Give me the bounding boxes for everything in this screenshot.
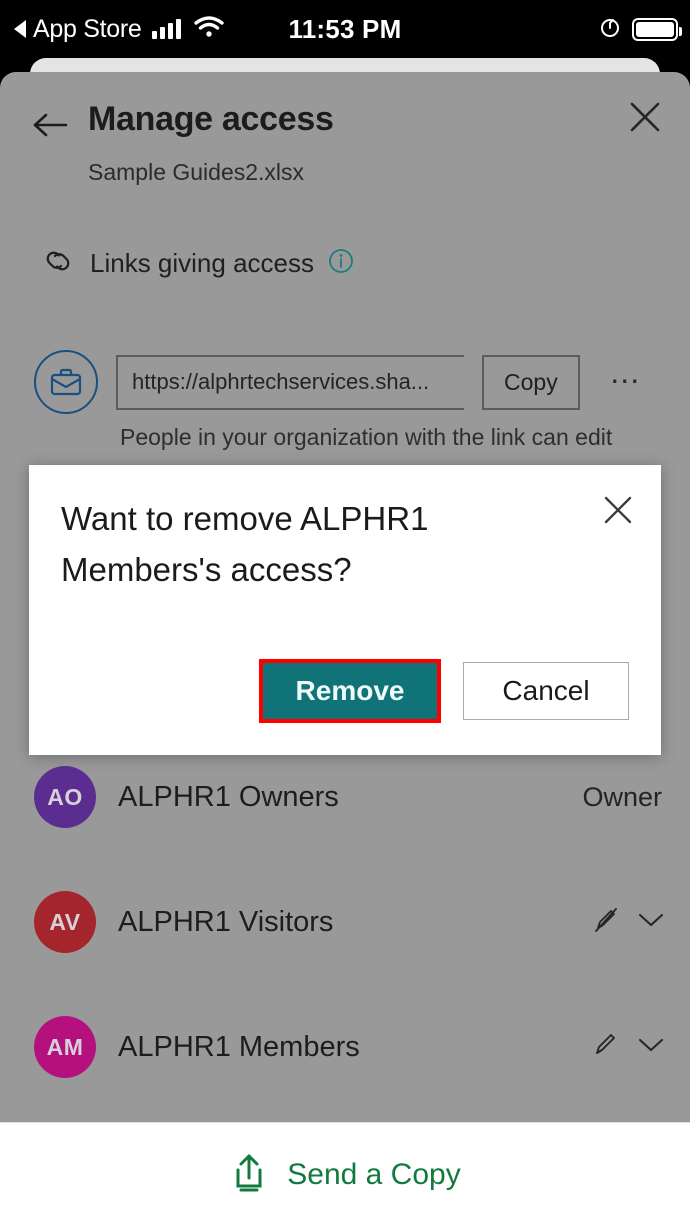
phone-screen: App Store 11:53 PM Manage access Sample … bbox=[0, 0, 690, 1227]
close-icon[interactable] bbox=[602, 494, 634, 526]
person-name: ALPHR1 Owners bbox=[118, 780, 339, 813]
person-actions bbox=[590, 905, 666, 940]
person-role: Owner bbox=[582, 781, 662, 812]
dialog-title: Want to remove ALPHR1 Members's access? bbox=[61, 500, 429, 589]
pencil-icon[interactable] bbox=[590, 1030, 620, 1065]
status-bar-right bbox=[598, 15, 682, 44]
info-circle-icon[interactable] bbox=[328, 248, 354, 279]
links-giving-access-header: Links giving access bbox=[42, 247, 354, 280]
page-title: Manage access bbox=[88, 100, 334, 138]
shared-link-row: https://alphrtechservices.sha... Copy ⋯ bbox=[34, 350, 670, 414]
battery-full-icon bbox=[632, 17, 682, 41]
status-bar-clock: 11:53 PM bbox=[288, 13, 402, 44]
link-chain-icon bbox=[42, 247, 76, 280]
remove-access-dialog: Want to remove ALPHR1 Members's access? … bbox=[29, 465, 661, 755]
close-icon[interactable] bbox=[628, 100, 662, 134]
link-permission-description: People in your organization with the lin… bbox=[120, 424, 613, 450]
back-arrow-icon[interactable] bbox=[30, 110, 70, 140]
person-row-visitors[interactable]: AV ALPHR1 Visitors bbox=[34, 887, 666, 957]
share-link-value[interactable]: https://alphrtechservices.sha... bbox=[116, 354, 464, 410]
links-giving-access-label: Links giving access bbox=[90, 248, 314, 278]
remove-button-highlight: Remove bbox=[259, 659, 441, 723]
briefcase-icon bbox=[34, 350, 98, 414]
avatar: AV bbox=[34, 891, 96, 953]
dialog-actions: Remove Cancel bbox=[259, 659, 629, 723]
avatar: AM bbox=[34, 1016, 96, 1078]
cancel-button[interactable]: Cancel bbox=[463, 662, 629, 720]
send-a-copy-bar[interactable]: Send a Copy bbox=[0, 1122, 690, 1227]
share-upload-icon bbox=[229, 1151, 269, 1200]
person-name: ALPHR1 Visitors bbox=[118, 905, 334, 938]
person-name: ALPHR1 Members bbox=[118, 1030, 360, 1063]
pencil-slash-icon[interactable] bbox=[590, 905, 620, 940]
person-actions bbox=[590, 1030, 666, 1065]
avatar: AO bbox=[34, 766, 96, 828]
send-a-copy-label: Send a Copy bbox=[287, 1158, 461, 1191]
status-bar: App Store 11:53 PM bbox=[0, 0, 690, 58]
remove-button[interactable]: Remove bbox=[263, 663, 437, 719]
chevron-down-icon[interactable] bbox=[636, 910, 666, 935]
sheet-header: Manage access Sample Guides2.xlsx bbox=[0, 72, 690, 222]
file-name-label: Sample Guides2.xlsx bbox=[88, 159, 305, 185]
person-row-owners[interactable]: AO ALPHR1 Owners Owner bbox=[34, 762, 666, 832]
rotation-lock-icon bbox=[598, 15, 622, 44]
chevron-down-icon[interactable] bbox=[636, 1035, 666, 1060]
person-row-members[interactable]: AM ALPHR1 Members bbox=[34, 1012, 666, 1082]
more-horizontal-icon[interactable]: ⋯ bbox=[610, 367, 643, 397]
copy-link-button[interactable]: Copy bbox=[482, 354, 580, 410]
